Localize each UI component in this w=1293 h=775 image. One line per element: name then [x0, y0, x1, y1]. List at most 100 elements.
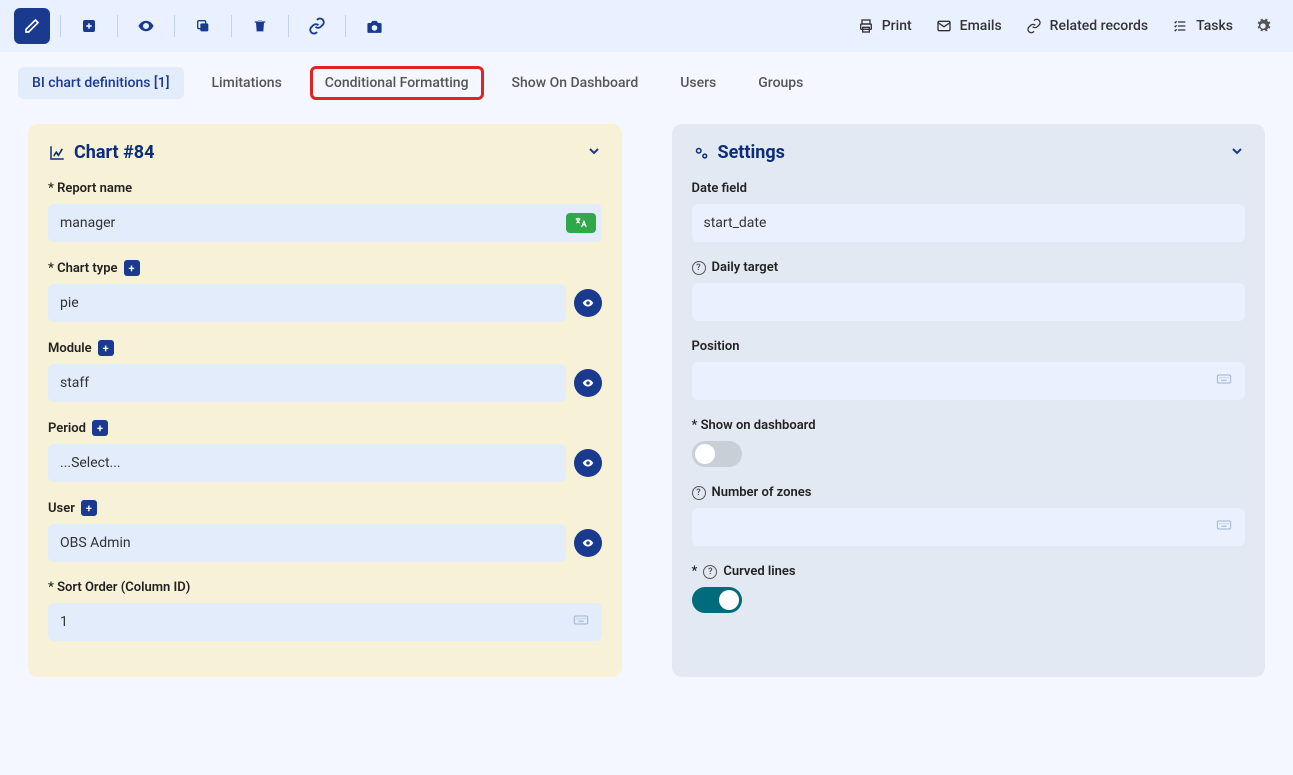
copy-button[interactable]	[185, 8, 221, 44]
chart-panel-title: Chart #84	[48, 142, 154, 163]
edit-button[interactable]	[14, 8, 50, 44]
trash-icon	[252, 18, 268, 34]
date-field-value: start_date	[704, 215, 767, 231]
field-report-name: * Report name manager	[48, 181, 602, 242]
eye-icon	[581, 376, 595, 390]
camera-button[interactable]	[356, 8, 392, 44]
chevron-down-icon	[1229, 143, 1245, 159]
tab-limitations[interactable]: Limitations	[198, 67, 296, 99]
period-label: Period +	[48, 420, 602, 436]
link-button[interactable]	[299, 8, 335, 44]
translate-badge[interactable]	[566, 213, 596, 233]
curved-lines-label: * ? Curved lines	[692, 564, 1246, 579]
curved-lines-label-text: Curved lines	[723, 564, 795, 579]
field-chart-type: * Chart type + pie	[48, 260, 602, 322]
tab-bi-chart-definitions[interactable]: BI chart definitions [1]	[18, 67, 184, 99]
field-period: Period + ...Select...	[48, 420, 602, 482]
report-name-input[interactable]: manager	[48, 204, 602, 242]
view-module[interactable]	[574, 369, 602, 397]
collapse-settings-panel[interactable]	[1229, 143, 1245, 163]
keyboard-icon[interactable]	[570, 612, 592, 632]
add-period[interactable]: +	[92, 420, 108, 436]
tasks-label: Tasks	[1196, 18, 1233, 34]
eye-icon	[581, 296, 595, 310]
period-label-text: Period	[48, 421, 86, 436]
collapse-chart-panel[interactable]	[586, 143, 602, 163]
module-input[interactable]: staff	[48, 364, 566, 402]
tab-users[interactable]: Users	[666, 67, 730, 99]
help-icon[interactable]: ?	[692, 486, 706, 500]
daily-target-input[interactable]	[692, 283, 1246, 321]
module-label: Module +	[48, 340, 602, 356]
print-button[interactable]: Print	[848, 12, 922, 40]
sort-order-value: 1	[60, 614, 68, 630]
emails-button[interactable]: Emails	[926, 12, 1012, 40]
field-number-of-zones: ? Number of zones	[692, 485, 1246, 546]
copy-icon	[195, 18, 211, 34]
link-icon	[308, 17, 326, 35]
field-position: Position	[692, 339, 1246, 400]
eye-icon	[581, 456, 595, 470]
sort-order-input[interactable]: 1	[48, 603, 602, 641]
tab-show-on-dashboard[interactable]: Show On Dashboard	[498, 67, 653, 99]
print-label: Print	[882, 18, 912, 34]
sort-order-label: * Sort Order (Column ID)	[48, 580, 602, 595]
chart-panel: Chart #84 * Report name manager * Chart …	[28, 124, 622, 677]
separator	[60, 15, 61, 37]
required-marker: *	[692, 564, 698, 579]
field-sort-order: * Sort Order (Column ID) 1	[48, 580, 602, 641]
chart-type-value: pie	[60, 295, 79, 311]
view-chart-type[interactable]	[574, 289, 602, 317]
tasks-button[interactable]: Tasks	[1162, 12, 1243, 40]
view-user[interactable]	[574, 529, 602, 557]
zones-input[interactable]	[692, 508, 1246, 546]
add-module[interactable]: +	[98, 340, 114, 356]
zones-label: ? Number of zones	[692, 485, 1246, 500]
add-chart-type[interactable]: +	[124, 260, 140, 276]
view-button[interactable]	[128, 8, 164, 44]
settings-panel-header: Settings	[692, 142, 1246, 163]
user-input[interactable]: OBS Admin	[48, 524, 566, 562]
date-field-label: Date field	[692, 181, 1246, 196]
tasks-icon	[1172, 18, 1188, 34]
toolbar-left-group	[14, 8, 392, 44]
add-user[interactable]: +	[81, 500, 97, 516]
settings-title-text: Settings	[718, 142, 785, 163]
chart-type-input[interactable]: pie	[48, 284, 566, 322]
field-module: Module + staff	[48, 340, 602, 402]
help-icon[interactable]: ?	[703, 565, 717, 579]
main-content: Chart #84 * Report name manager * Chart …	[0, 114, 1293, 697]
related-label: Related records	[1050, 18, 1148, 34]
curved-lines-toggle[interactable]	[692, 587, 742, 613]
separator	[174, 15, 175, 37]
zones-label-text: Number of zones	[712, 485, 812, 500]
gears-icon	[692, 144, 710, 162]
tab-conditional-formatting[interactable]: Conditional Formatting	[310, 66, 484, 100]
toggle-knob	[719, 590, 739, 610]
add-button[interactable]	[71, 8, 107, 44]
separator	[288, 15, 289, 37]
related-records-button[interactable]: Related records	[1016, 12, 1158, 40]
keyboard-icon[interactable]	[1213, 371, 1235, 391]
delete-button[interactable]	[242, 8, 278, 44]
period-value: ...Select...	[60, 455, 121, 471]
position-input[interactable]	[692, 362, 1246, 400]
period-input[interactable]: ...Select...	[48, 444, 566, 482]
pencil-icon	[24, 18, 40, 34]
camera-icon	[366, 18, 383, 35]
tab-groups[interactable]: Groups	[744, 67, 817, 99]
show-on-dashboard-toggle[interactable]	[692, 441, 742, 467]
date-field-input[interactable]: start_date	[692, 204, 1246, 242]
chart-type-label: * Chart type +	[48, 260, 602, 276]
top-toolbar: Print Emails Related records Tasks	[0, 0, 1293, 52]
keyboard-icon[interactable]	[1213, 517, 1235, 537]
help-icon[interactable]: ?	[692, 261, 706, 275]
module-value: staff	[60, 375, 89, 391]
chart-type-label-text: * Chart type	[48, 261, 118, 276]
tab-bar: BI chart definitions [1] Limitations Con…	[0, 52, 1293, 114]
settings-gear-button[interactable]	[1247, 10, 1279, 42]
position-label: Position	[692, 339, 1246, 354]
module-label-text: Module	[48, 341, 92, 356]
user-value: OBS Admin	[60, 535, 131, 551]
view-period[interactable]	[574, 449, 602, 477]
